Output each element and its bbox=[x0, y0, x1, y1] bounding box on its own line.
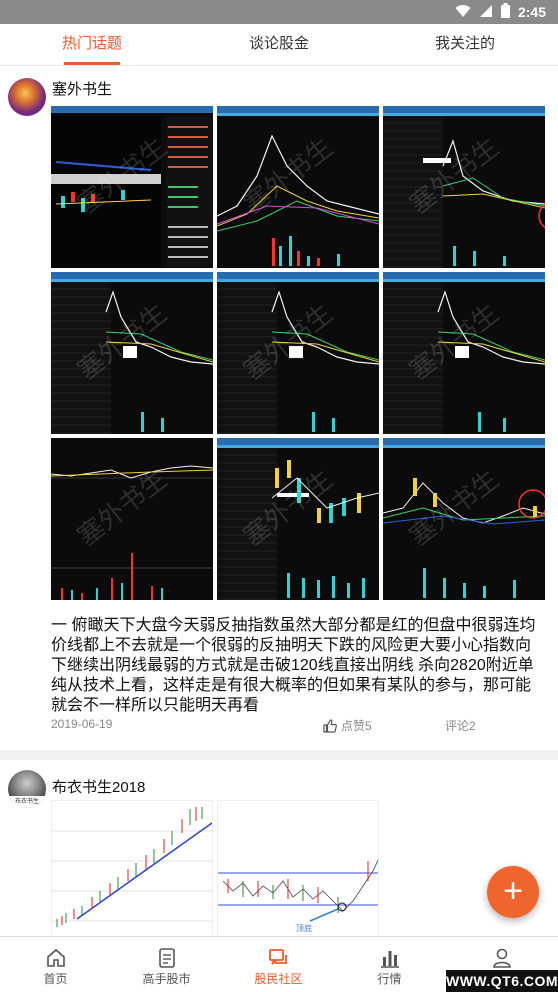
like-button[interactable]: 点赞5 bbox=[323, 717, 372, 734]
chart-annotation: 顶底 bbox=[296, 923, 312, 933]
post-card[interactable]: 布衣书生 布衣书生2018 顶底 bbox=[0, 760, 558, 936]
create-post-button[interactable]: + bbox=[487, 866, 539, 918]
nav-community[interactable]: 股民社区 bbox=[223, 937, 334, 992]
author-name[interactable]: 塞外书生 bbox=[52, 78, 112, 99]
post-image[interactable] bbox=[51, 800, 213, 936]
nav-label: 股民社区 bbox=[254, 972, 303, 986]
tab-following[interactable]: 我关注的 bbox=[405, 24, 525, 66]
post-content[interactable]: 一 俯瞰天下大盘今天弱反抽指数虽然大部分都是红的但盘中很弱连均价线都上不去就是一… bbox=[51, 616, 546, 716]
author-name[interactable]: 布衣书生2018 bbox=[52, 776, 145, 797]
post-image[interactable]: 塞外书生 bbox=[51, 438, 213, 600]
site-watermark: WWW.QT6.COM bbox=[446, 970, 558, 992]
top-tab-bar: 热门话题 谈论股金 我关注的 bbox=[0, 24, 558, 66]
post-image[interactable]: 塞外书生 bbox=[217, 106, 379, 268]
thumbs-up-icon bbox=[323, 718, 337, 733]
document-icon bbox=[159, 948, 175, 968]
bar-chart-icon bbox=[381, 951, 399, 968]
post-date: 2019-06-19 bbox=[51, 717, 113, 731]
status-time: 2:45 bbox=[517, 4, 546, 20]
post-image[interactable]: 顶底 bbox=[217, 800, 379, 936]
post-image-grid: 顶底 bbox=[51, 800, 381, 936]
nav-label: 高手股市 bbox=[142, 972, 191, 986]
post-card[interactable]: 塞外书生 塞外书生 塞外书生 塞外书生 塞外书生 塞外书生 塞外书生 塞外书生 … bbox=[0, 66, 558, 750]
post-divider bbox=[0, 750, 558, 760]
like-count: 点赞5 bbox=[341, 719, 372, 733]
user-icon bbox=[493, 948, 511, 968]
home-icon bbox=[47, 948, 65, 967]
feed-list[interactable]: 塞外书生 塞外书生 塞外书生 塞外书生 塞外书生 塞外书生 塞外书生 塞外书生 … bbox=[0, 66, 558, 936]
post-image[interactable]: 塞外书生 bbox=[51, 272, 213, 434]
chat-icon bbox=[269, 949, 287, 965]
nav-market[interactable]: 行情 bbox=[334, 937, 445, 992]
comment-button[interactable]: 评论2 bbox=[445, 717, 476, 734]
battery-icon bbox=[500, 3, 510, 21]
post-image[interactable]: 塞外书生 bbox=[217, 438, 379, 600]
post-image[interactable]: 塞外书生 bbox=[383, 438, 545, 600]
avatar-caption: 布衣书生 bbox=[8, 796, 46, 808]
author-avatar[interactable] bbox=[8, 78, 46, 116]
author-avatar[interactable]: 布衣书生 bbox=[8, 770, 46, 808]
tab-stock-talk[interactable]: 谈论股金 bbox=[219, 24, 339, 66]
post-image[interactable]: 塞外书生 bbox=[217, 272, 379, 434]
nav-home[interactable]: 首页 bbox=[0, 937, 111, 992]
post-image[interactable]: 塞外书生 bbox=[51, 106, 213, 268]
signal-icon bbox=[479, 4, 493, 21]
tab-hot-topics[interactable]: 热门话题 bbox=[32, 24, 152, 66]
wifi-icon bbox=[455, 4, 471, 21]
status-bar: 2:45 bbox=[0, 0, 558, 24]
nav-label: 首页 bbox=[43, 972, 68, 986]
post-meta: 2019-06-19 点赞5 评论2 bbox=[51, 717, 546, 735]
nav-expert-market[interactable]: 高手股市 bbox=[111, 937, 222, 992]
post-image[interactable]: 塞外书生 bbox=[383, 272, 545, 434]
nav-label: 行情 bbox=[377, 972, 402, 986]
active-tab-indicator bbox=[64, 62, 120, 65]
post-image[interactable]: 塞外书生 bbox=[383, 106, 545, 268]
